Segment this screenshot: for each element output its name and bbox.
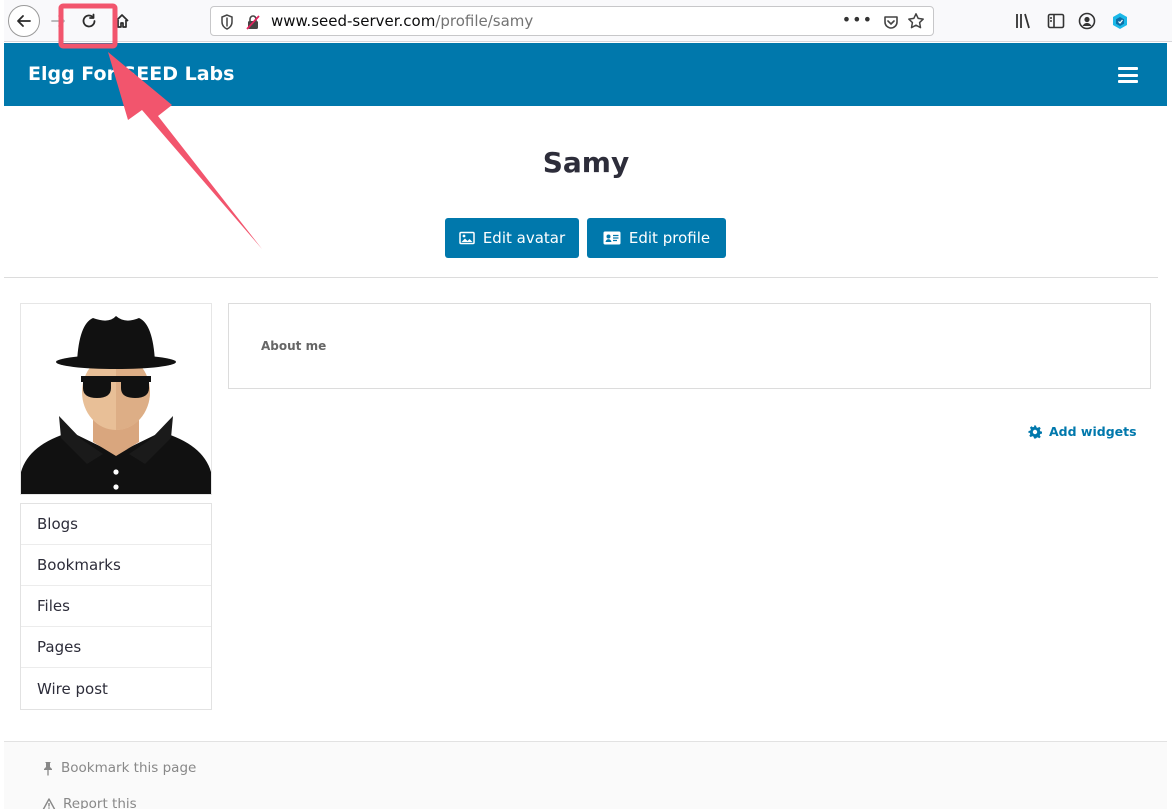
- menu-item-pages[interactable]: Pages: [21, 627, 211, 668]
- menu-item-files[interactable]: Files: [21, 586, 211, 627]
- page-footer: Bookmark this page Report this: [4, 741, 1167, 809]
- account-icon[interactable]: [1077, 11, 1097, 31]
- avatar[interactable]: [20, 303, 212, 495]
- about-me-widget: About me: [228, 303, 1151, 389]
- sidebar-icon[interactable]: [1046, 11, 1066, 31]
- id-card-icon: [603, 231, 621, 245]
- back-button[interactable]: [8, 5, 40, 37]
- browser-toolbar: www.seed-server.com/profile/samy •••: [0, 0, 1172, 42]
- home-button[interactable]: [106, 5, 138, 37]
- profile-menu: Blogs Bookmarks Files Pages Wire post: [20, 503, 212, 710]
- menu-item-blogs[interactable]: Blogs: [21, 504, 211, 545]
- url-bar[interactable]: www.seed-server.com/profile/samy •••: [210, 6, 934, 36]
- extension-icon[interactable]: [1110, 11, 1130, 31]
- pocket-icon[interactable]: [883, 14, 899, 30]
- shield-icon[interactable]: [220, 14, 234, 30]
- warning-icon: [42, 797, 56, 809]
- url-text[interactable]: www.seed-server.com/profile/samy: [271, 12, 533, 30]
- library-icon[interactable]: [1013, 11, 1033, 31]
- spy-avatar-icon: [21, 304, 211, 494]
- about-me-title: About me: [261, 339, 327, 353]
- header-divider: [4, 277, 1158, 278]
- home-icon: [115, 14, 129, 28]
- reload-icon: [82, 13, 96, 28]
- add-widgets-label: Add widgets: [1049, 424, 1137, 439]
- left-gutter: [0, 0, 4, 809]
- bookmark-page-link[interactable]: Bookmark this page: [42, 760, 196, 776]
- edit-profile-label: Edit profile: [628, 229, 711, 247]
- gear-icon: [1028, 425, 1042, 438]
- hamburger-menu-icon[interactable]: [1118, 67, 1138, 83]
- menu-item-bookmarks[interactable]: Bookmarks: [21, 545, 211, 586]
- edit-profile-button[interactable]: Edit profile: [587, 218, 726, 258]
- arrow-right-icon: [51, 15, 65, 27]
- forward-button[interactable]: [42, 5, 74, 37]
- add-widgets-link[interactable]: Add widgets: [1028, 424, 1137, 439]
- bookmark-star-icon[interactable]: [907, 12, 925, 30]
- edit-avatar-label: Edit avatar: [482, 229, 566, 247]
- bookmark-page-label: Bookmark this page: [61, 760, 197, 776]
- arrow-left-icon: [17, 15, 31, 27]
- profile-name: Samy: [542, 146, 630, 179]
- site-topbar: Elgg For SEED Labs: [4, 43, 1167, 106]
- report-this-label: Report this: [63, 796, 137, 809]
- insecure-lock-icon[interactable]: [246, 14, 260, 30]
- page-actions-more[interactable]: •••: [842, 10, 873, 29]
- pin-icon: [44, 761, 52, 775]
- edit-avatar-button[interactable]: Edit avatar: [445, 218, 579, 258]
- reload-button[interactable]: [73, 5, 105, 37]
- site-name[interactable]: Elgg For SEED Labs: [28, 63, 234, 85]
- report-this-link[interactable]: Report this: [42, 796, 137, 809]
- image-icon: [459, 231, 475, 245]
- menu-item-wire-post[interactable]: Wire post: [21, 668, 211, 709]
